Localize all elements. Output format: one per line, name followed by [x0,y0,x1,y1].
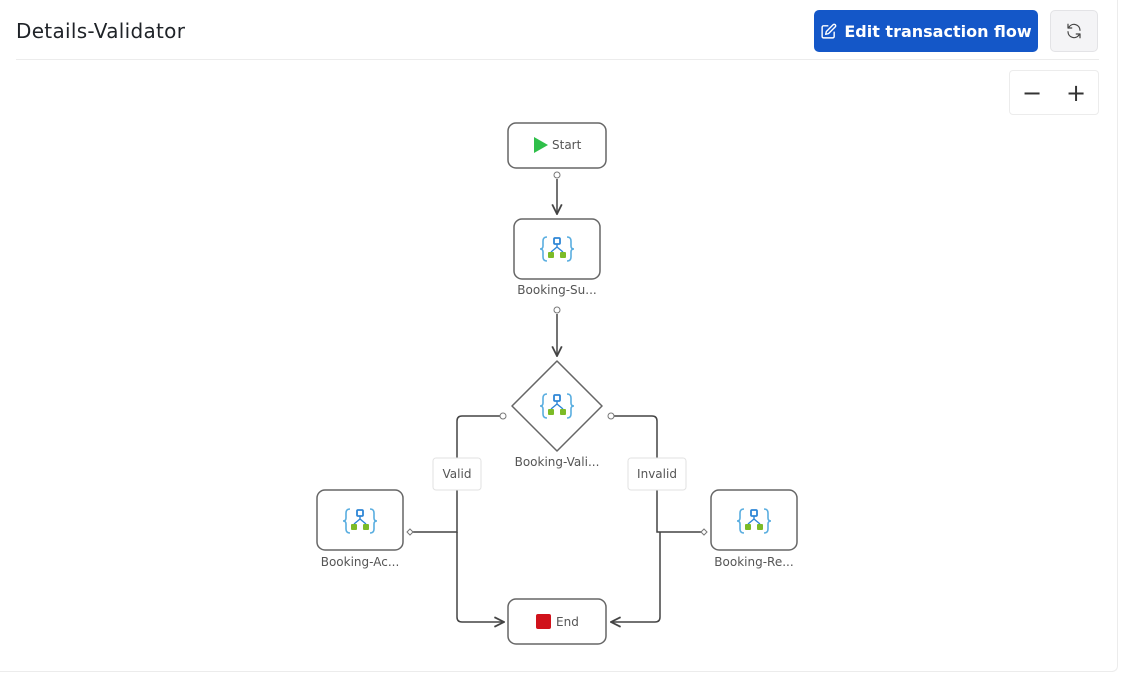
node-end[interactable]: End [507,598,607,645]
edge-label-valid: Valid [432,457,482,491]
flow-diagram: Valid Invalid Start Booking-Su... Bookin… [316,122,798,645]
node-start[interactable]: Start [507,122,607,169]
edge-booking-ac-to-end[interactable] [456,532,504,622]
edge-label-invalid-text: Invalid [637,467,677,481]
node-booking-ac[interactable]: Booking-Ac... [316,489,404,569]
node-booking-ac-label: Booking-Ac... [321,555,400,569]
flow-card: Details-Validator Edit transaction flow … [0,0,1118,672]
edge-booking-su-to-booking-vali[interactable] [554,306,560,356]
edge-start-to-booking-su[interactable] [554,171,560,214]
stop-icon [536,614,551,629]
node-start-label: Start [552,138,582,152]
node-booking-su-label: Booking-Su... [517,283,596,297]
edge-label-invalid: Invalid [627,457,687,491]
node-booking-vali[interactable]: Booking-Vali... [511,360,603,469]
node-end-label: End [556,615,579,629]
edge-booking-re-to-end[interactable] [611,532,661,622]
edge-label-valid-text: Valid [443,467,472,481]
node-booking-vali-label: Booking-Vali... [515,455,600,469]
node-booking-re-label: Booking-Re... [714,555,793,569]
node-booking-re[interactable]: Booking-Re... [710,489,798,569]
node-booking-su[interactable]: Booking-Su... [513,218,601,297]
